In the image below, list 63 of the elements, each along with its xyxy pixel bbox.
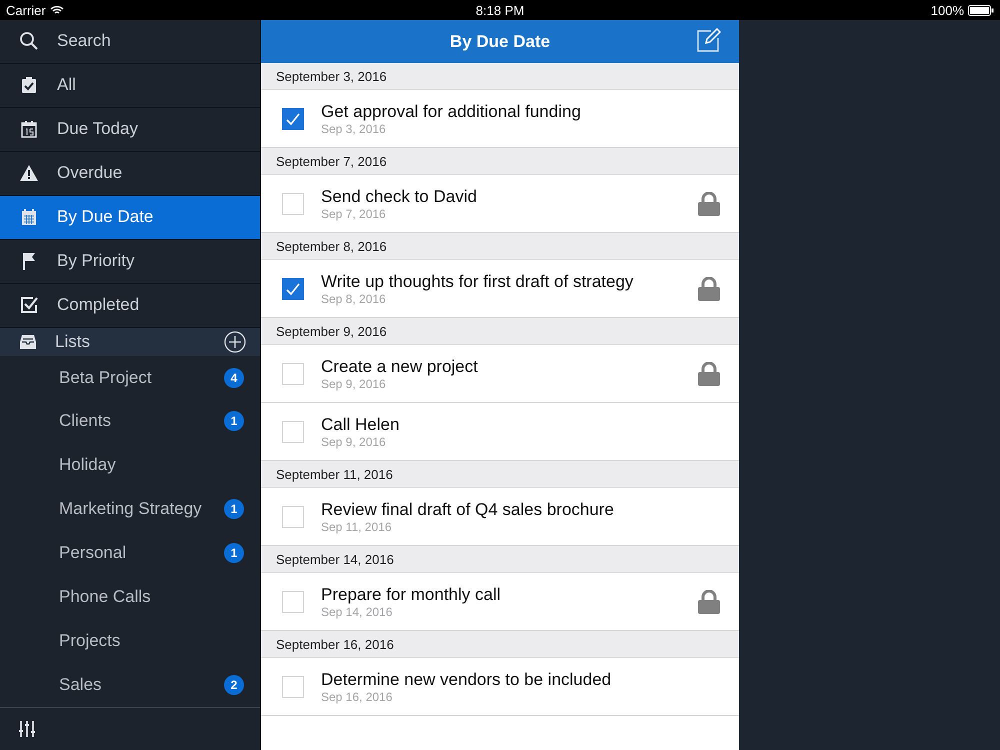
checkmark-icon [285,282,301,296]
header-title: By Due Date [450,32,550,52]
list-item[interactable]: Marketing Strategy 1 [0,487,260,532]
sidebar-item[interactable]: By Due Date [0,196,260,240]
task-title: Get approval for additional funding [321,102,582,122]
list-item[interactable]: Phone Calls [0,575,260,620]
warning-icon [20,165,38,182]
sidebar-item[interactable]: By Priority [0,240,260,284]
task-date: Sep 8, 2016 [321,292,387,306]
list-item[interactable]: Projects [0,619,260,664]
checkmark-icon [285,112,301,126]
task-date: Sep 14, 2016 [321,604,394,618]
section-heading: September 7, 2016 [261,148,739,175]
search-icon [19,31,39,52]
inbox-tray-icon [19,334,37,350]
add-icon[interactable] [224,330,246,353]
wifi-icon [50,5,64,15]
clipboard-check-icon [20,76,38,94]
sidebar-item[interactable]: All [0,64,260,108]
calendar-grid-icon [21,208,37,226]
checkbox-icon [20,296,38,314]
task-title: Send check to David [321,186,478,206]
section-heading: September 8, 2016 [261,233,739,260]
task-title: Prepare for monthly call [321,584,502,604]
task-date: Sep 7, 2016 [321,206,387,220]
sidebar-item[interactable]: Due Today [0,108,260,152]
task-title: Determine new vendors to be included [321,670,612,690]
list-item[interactable]: Beta Project 4 [0,356,260,400]
sidebar-item[interactable]: Search [0,20,260,64]
task-title: Write up thoughts for first draft of strategy [321,272,634,292]
task-date: Sep 9, 2016 [321,434,387,448]
count-badge: 1 [224,411,244,432]
battery-percentage: 100% [930,2,964,18]
count-badge: 1 [224,543,244,564]
task-title: Call Helen [321,414,400,434]
list-item[interactable]: Holiday [0,443,260,488]
task-title: Review final draft of Q4 sales brochure [321,500,615,520]
carrier-label: Carrier [6,2,46,18]
section-heading: September 11, 2016 [261,461,739,488]
task-date: Sep 3, 2016 [321,122,387,136]
section-heading: September 16, 2016 [261,631,739,658]
task-date: Sep 9, 2016 [321,376,387,390]
list-item[interactable]: Clients 1 [0,399,260,444]
task-checkbox[interactable] [282,278,304,300]
count-badge: 2 [224,675,244,696]
clock-time: 8:18 PM [476,2,524,18]
section-heading: September 3, 2016 [261,63,739,90]
list-item[interactable]: Personal 1 [0,531,260,576]
count-badge: 1 [224,499,244,520]
calendar-icon [20,120,38,138]
lists-label: Lists [55,332,91,352]
sliders-icon[interactable] [18,720,36,738]
battery-icon [968,4,994,16]
flag-icon [21,252,37,270]
compose-icon [697,28,721,52]
task-date: Sep 16, 2016 [321,690,394,704]
count-badge: 4 [224,368,244,388]
list-item[interactable]: Sales 2 [0,663,260,708]
task-checkbox[interactable] [282,108,304,130]
section-heading: September 14, 2016 [261,546,739,573]
section-heading: September 9, 2016 [261,318,739,345]
task-title: Create a new project [321,356,479,376]
task-date: Sep 11, 2016 [321,520,393,534]
